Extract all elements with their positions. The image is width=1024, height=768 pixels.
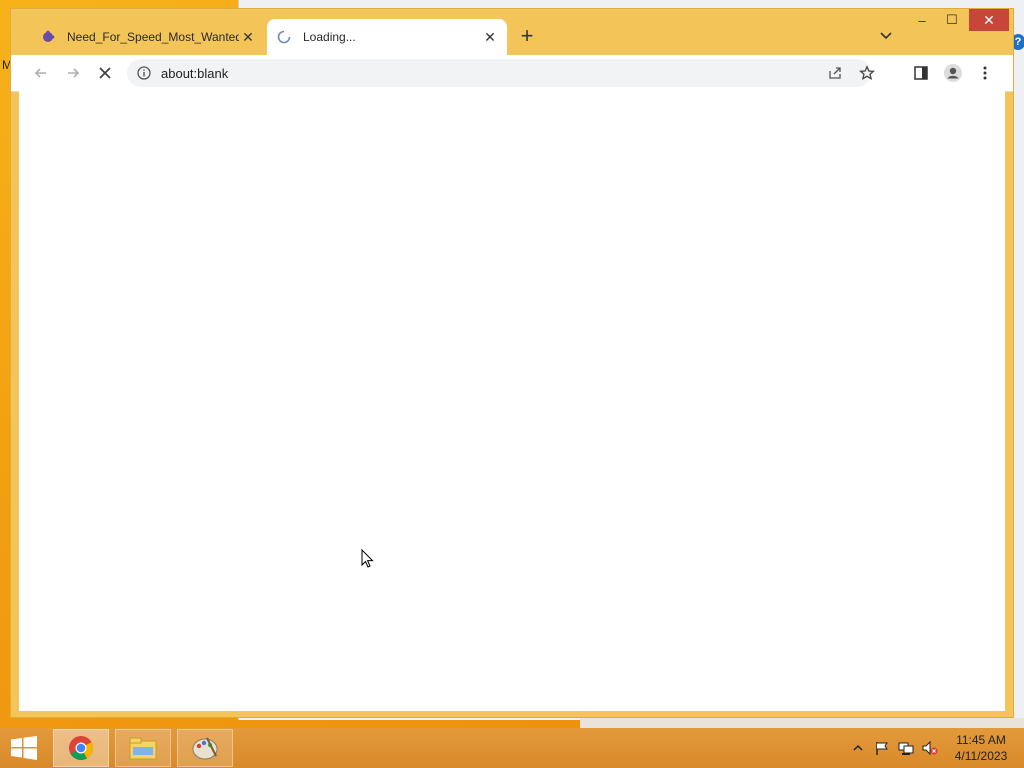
- tray-overflow-chevron-icon[interactable]: [850, 740, 866, 756]
- profile-button[interactable]: [943, 63, 963, 83]
- stop-x-icon: [99, 67, 111, 79]
- page-content[interactable]: [19, 91, 1005, 711]
- clock-date: 4/11/2023: [954, 749, 1008, 763]
- new-tab-button[interactable]: +: [516, 25, 538, 48]
- minimize-button[interactable]: –: [907, 9, 937, 31]
- tab-close-icon[interactable]: ✕: [481, 28, 499, 46]
- desktop-strip: [580, 718, 1024, 728]
- paint-icon: [192, 737, 218, 760]
- bookmark-star-icon[interactable]: [859, 65, 875, 81]
- tab-search-chevron-icon[interactable]: [877, 27, 895, 45]
- share-icon[interactable]: [827, 65, 843, 81]
- network-icon[interactable]: [898, 740, 914, 756]
- file-explorer-icon: [129, 737, 157, 760]
- url-text: about:blank: [161, 66, 229, 81]
- volume-muted-icon[interactable]: [922, 740, 938, 756]
- puzzle-icon: [43, 30, 55, 42]
- tab-title: Loading...: [303, 30, 356, 44]
- tab-close-icon[interactable]: ✕: [239, 28, 257, 46]
- windows-start-icon[interactable]: [10, 736, 38, 760]
- back-button[interactable]: [31, 63, 51, 83]
- side-panel-button[interactable]: [911, 63, 931, 83]
- close-icon: ✕: [983, 11, 995, 28]
- info-icon[interactable]: [137, 66, 151, 80]
- taskbar-chrome[interactable]: [53, 729, 109, 767]
- clock-time: 11:45 AM: [956, 733, 1006, 747]
- mouse-cursor-icon: [361, 549, 374, 568]
- tab-loading[interactable]: Loading... ✕: [267, 19, 507, 55]
- forward-button[interactable]: [63, 63, 83, 83]
- forward-arrow-icon: [68, 68, 80, 78]
- stop-button[interactable]: [95, 63, 115, 83]
- menu-button[interactable]: [975, 63, 995, 83]
- action-center-flag-icon[interactable]: [874, 740, 890, 756]
- close-button[interactable]: ✕: [969, 9, 1009, 31]
- maximize-icon: ☐: [946, 12, 958, 27]
- tab-title: Need_For_Speed_Most_Wanted_: [67, 30, 239, 44]
- tab-strip: Need_For_Speed_Most_Wanted_ ✕ Loading...…: [11, 9, 1013, 55]
- browser-toolbar: about:blank: [11, 55, 1013, 92]
- address-bar[interactable]: about:blank: [127, 59, 875, 87]
- taskbar-paint[interactable]: [177, 729, 233, 767]
- browser-window: Need_For_Speed_Most_Wanted_ ✕ Loading...…: [10, 8, 1014, 718]
- profile-avatar-icon: [944, 64, 962, 82]
- taskbar-clock[interactable]: 11:45 AM 4/11/2023: [948, 732, 1014, 764]
- kebab-menu-icon: [983, 66, 987, 80]
- chrome-icon: [69, 736, 94, 761]
- side-panel-icon: [914, 66, 928, 80]
- taskbar-file-explorer[interactable]: [115, 729, 171, 767]
- back-arrow-icon: [34, 68, 46, 78]
- loading-spinner-icon: [277, 30, 291, 44]
- taskbar: 11:45 AM 4/11/2023: [0, 728, 1024, 768]
- maximize-button[interactable]: ☐: [937, 9, 967, 31]
- minimize-icon: –: [918, 12, 926, 28]
- tab-need-for-speed[interactable]: Need_For_Speed_Most_Wanted_ ✕: [31, 19, 265, 55]
